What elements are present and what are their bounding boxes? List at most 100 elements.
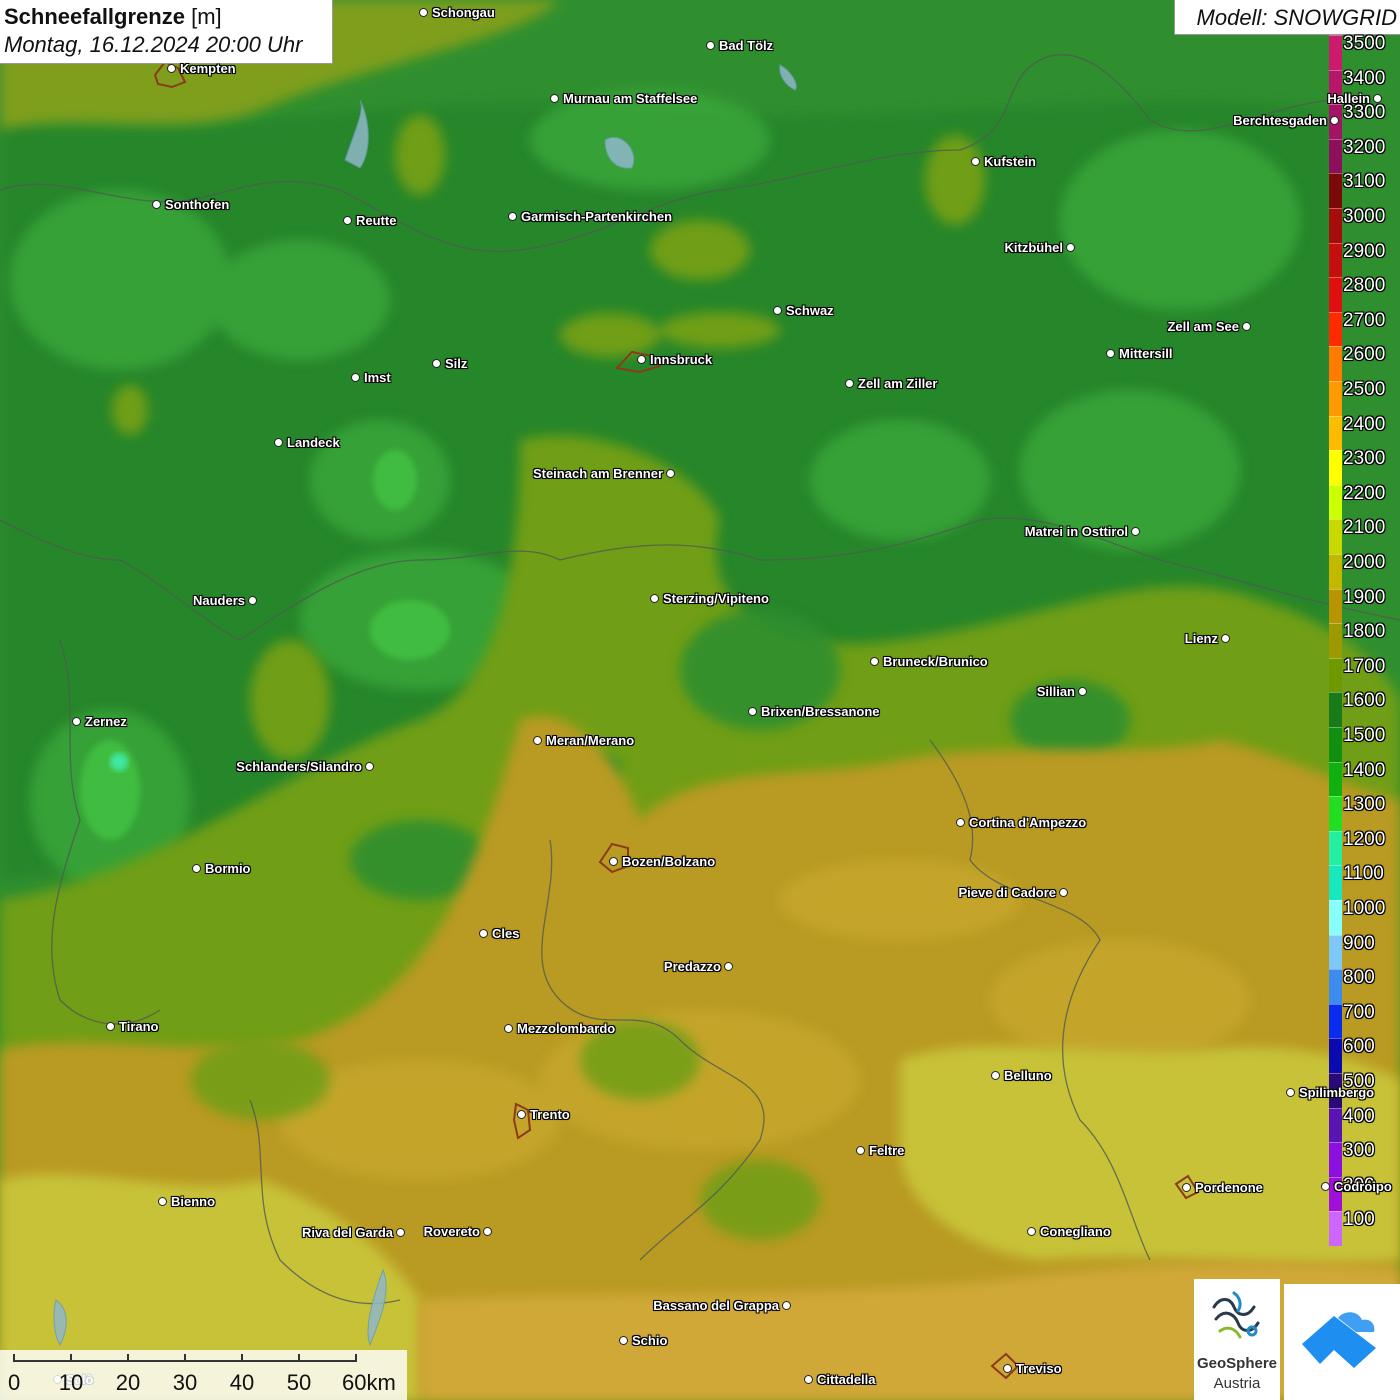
legend-swatch-3500 [1329,35,1342,70]
place-marker-silz [432,359,441,368]
place-marker-sterzing-vipiteno [650,594,659,603]
legend-label-700: 700 [1343,1001,1375,1023]
legend-swatch-2500 [1329,381,1342,416]
weather-app-logo-icon [1302,1312,1376,1368]
place-marker-innsbruck [637,355,646,364]
legend-swatch-2400 [1329,415,1342,451]
place-marker-spilimbergo [1286,1088,1295,1097]
geosphere-logo[interactable]: GeoSphere Austria [1194,1279,1280,1400]
legend-swatch-3100 [1329,173,1342,208]
legend-label-400: 400 [1343,1105,1375,1127]
place-marker-bad-t-lz [706,41,715,50]
place-label-zell-am-see: Zell am See [1167,319,1239,334]
legend-label-1900: 1900 [1343,586,1386,608]
legend-label-1200: 1200 [1343,828,1386,850]
place-label-berchtesgaden: Berchtesgaden [1233,113,1327,128]
legend-label-2600: 2600 [1343,344,1386,366]
legend-swatch-2300 [1329,450,1342,485]
place-marker-matrei-in-osttirol [1131,527,1140,536]
legend-label-2400: 2400 [1343,413,1386,435]
place-label-feltre: Feltre [869,1143,905,1158]
legend-swatch-2700 [1329,311,1342,347]
place-marker-hallein [1373,94,1382,103]
place-label-conegliano: Conegliano [1040,1224,1111,1239]
scale-tick [13,1354,15,1362]
scale-label: 40 [229,1370,255,1395]
legend-label-2300: 2300 [1343,448,1386,470]
legend-swatch-1800 [1329,623,1342,658]
place-label-codroipo: Codroipo [1334,1179,1392,1194]
legend-label-800: 800 [1343,967,1375,989]
scale-tick [184,1354,186,1362]
place-marker-schio [619,1336,628,1345]
legend-swatch-1000 [1329,900,1342,935]
place-label-kufstein: Kufstein [984,154,1036,169]
legend-swatch-2800 [1329,277,1342,312]
place-marker-kitzb-hel [1066,243,1075,252]
place-marker-zell-am-ziller [845,379,854,388]
map-title-box: Schneefallgrenze [m] Montag, 16.12.2024 … [0,0,333,64]
legend-swatch-1200 [1329,830,1342,866]
place-label-innsbruck: Innsbruck [650,352,713,367]
weather-app-logo[interactable] [1284,1284,1400,1400]
scale-tick [298,1354,300,1362]
legend-label-1500: 1500 [1343,725,1386,746]
place-label-imst: Imst [364,370,391,385]
legend-label-3200: 3200 [1343,136,1386,158]
place-label-sillian: Sillian [1036,684,1075,699]
place-label-meran-merano: Meran/Merano [546,733,635,748]
place-label-kitzb-hel: Kitzbühel [1004,240,1064,255]
place-label-bruneck-brunico: Bruneck/Brunico [883,654,988,669]
legend-swatch-1500 [1329,727,1342,762]
place-marker-rovereto [483,1227,492,1236]
geosphere-logo-icon [1212,1291,1260,1339]
place-label-murnau-am-staffelsee: Murnau am Staffelsee [563,91,698,106]
place-marker-zell-am-see [1242,322,1251,331]
place-marker-cortina-d-ampezzo [956,818,965,827]
legend-label-300: 300 [1343,1140,1375,1162]
legend-swatch-1600 [1329,692,1342,727]
place-marker-kempten [167,64,176,73]
legend-swatch-1900 [1329,588,1342,624]
place-label-riva-del-garda: Riva del Garda [301,1225,393,1240]
place-marker-steinach-am-brenner [666,469,675,478]
place-marker-pordenone [1182,1183,1191,1192]
place-label-belluno: Belluno [1004,1068,1052,1083]
place-marker-cles [479,929,488,938]
place-marker-pieve-di-cadore [1059,888,1068,897]
legend-swatch-400 [1329,1107,1342,1143]
place-marker-bassano-del-grappa [782,1301,791,1310]
place-marker-landeck [274,438,283,447]
place-label-bormio: Bormio [205,861,251,876]
place-label-spilimbergo: Spilimbergo [1299,1085,1375,1100]
place-label-cortina-d-ampezzo: Cortina d'Ampezzo [969,815,1087,830]
place-marker-schwaz [773,306,782,315]
scale-tick [355,1354,357,1362]
place-label-bad-t-lz: Bad Tölz [719,38,774,53]
model-label: Modell: SNOWGRID [1196,5,1397,30]
place-marker-reutte [343,216,352,225]
snowline-map[interactable]: Schneefallgrenze [m] Montag, 16.12.2024 … [0,0,1400,1400]
legend-label-2100: 2100 [1343,517,1386,539]
scale-tick [127,1354,129,1362]
place-marker-trento [517,1110,526,1119]
place-marker-bruneck-brunico [870,657,879,666]
scale-label: 60km [342,1370,396,1395]
legend-label-3400: 3400 [1343,67,1386,89]
legend-label-900: 900 [1343,932,1375,954]
scale-label: 10 [58,1370,84,1395]
place-label-hallein: Hallein [1327,91,1370,106]
place-label-garmisch-partenkirchen: Garmisch-Partenkirchen [521,209,673,224]
place-label-zell-am-ziller: Zell am Ziller [858,376,938,391]
legend-swatch-100 [1329,1211,1342,1246]
legend-swatch-1300 [1329,796,1342,831]
scale-bar: 0 10 20 30 40 50 60km [0,1350,407,1400]
zone-1200 [110,753,128,771]
place-marker-riva-del-garda [396,1228,405,1237]
place-label-mezzolombardo: Mezzolombardo [517,1021,616,1036]
place-marker-berchtesgaden [1330,116,1339,125]
legend-label-1100: 1100 [1343,863,1384,885]
map-title: Schneefallgrenze [m] [4,4,222,29]
geosphere-logo-line2: Austria [1213,1375,1261,1392]
place-label-sonthofen: Sonthofen [165,197,230,212]
